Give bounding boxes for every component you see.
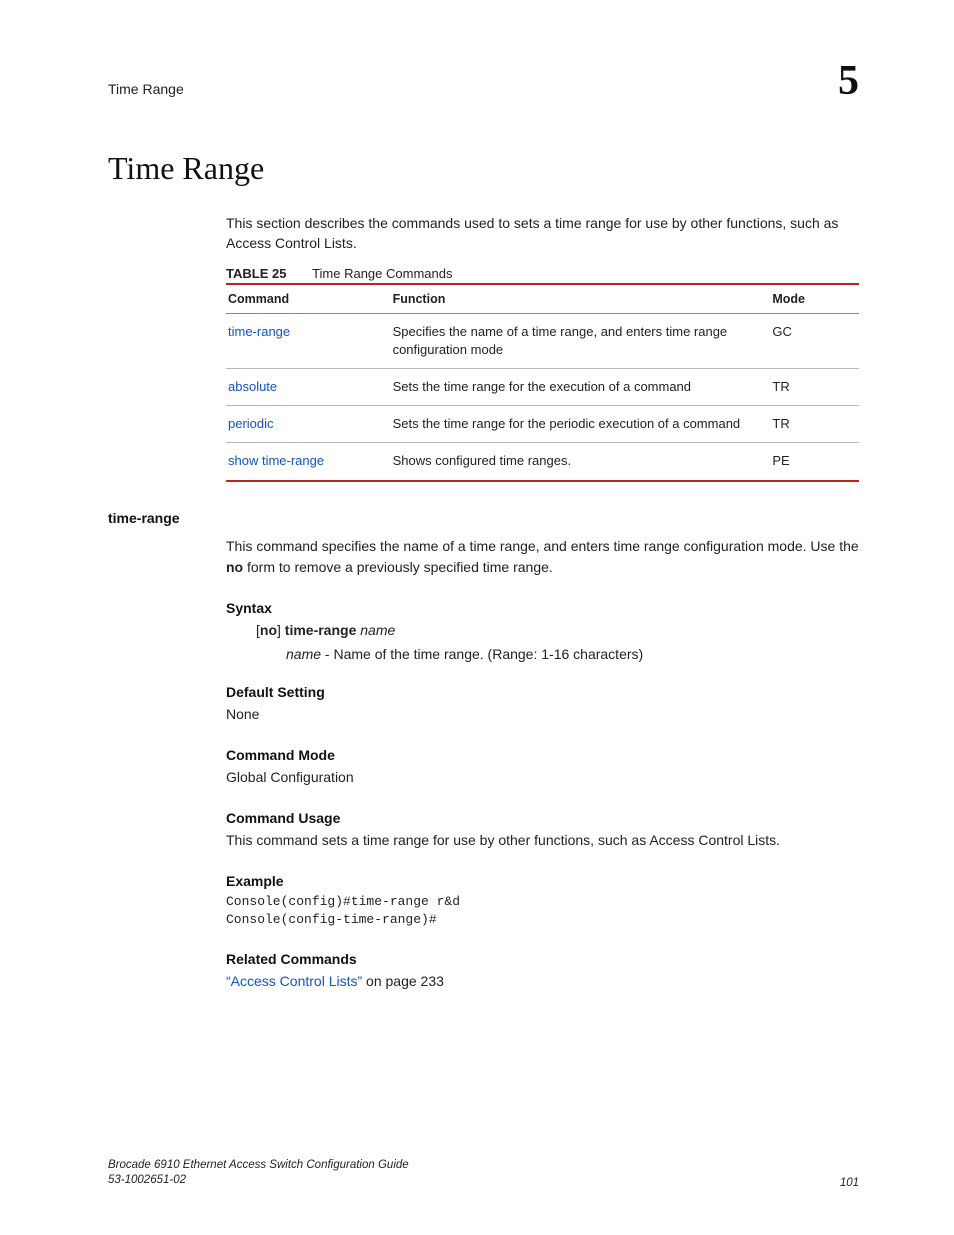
running-header: Time Range 5 (108, 60, 859, 102)
mode-value: Global Configuration (226, 767, 859, 788)
usage-heading: Command Usage (226, 810, 859, 826)
default-value: None (226, 704, 859, 725)
syntax-arg-desc: name - Name of the time range. (Range: 1… (286, 646, 859, 662)
related-link-acl[interactable]: “Access Control Lists” (226, 973, 362, 989)
footer-page-number: 101 (840, 1177, 859, 1189)
document-page: Time Range 5 Time Range This section des… (0, 0, 954, 1235)
footer-book-title: Brocade 6910 Ethernet Access Switch Conf… (108, 1158, 409, 1174)
cmd-link-absolute[interactable]: absolute (228, 379, 277, 394)
syntax-line: [no] time-range name (256, 622, 859, 638)
cell-mode: GC (770, 313, 859, 368)
command-description: This command specifies the name of a tim… (226, 536, 859, 578)
running-title: Time Range (108, 81, 184, 97)
table-row: show time-range Shows configured time ra… (226, 443, 859, 481)
syntax-heading: Syntax (226, 600, 859, 616)
example-heading: Example (226, 873, 859, 889)
intro-paragraph: This section describes the commands used… (226, 213, 859, 254)
example-code: Console(config)#time-range r&d Console(c… (226, 893, 859, 929)
section-title: Time Range (108, 150, 859, 187)
usage-value: This command sets a time range for use b… (226, 830, 859, 851)
footer-left: Brocade 6910 Ethernet Access Switch Conf… (108, 1158, 409, 1189)
command-heading: time-range (108, 510, 859, 526)
default-heading: Default Setting (226, 684, 859, 700)
table-header-row: Command Function Mode (226, 284, 859, 314)
cmd-link-show-time-range[interactable]: show time-range (228, 453, 324, 468)
col-header-command: Command (226, 284, 391, 314)
section-body: This section describes the commands used… (226, 213, 859, 482)
table-row: time-range Specifies the name of a time … (226, 313, 859, 368)
cmd-link-time-range[interactable]: time-range (228, 324, 290, 339)
command-table: Command Function Mode time-range Specifi… (226, 283, 859, 482)
cell-function: Shows configured time ranges. (391, 443, 771, 481)
table-row: periodic Sets the time range for the per… (226, 406, 859, 443)
chapter-number: 5 (838, 60, 859, 102)
cell-mode: TR (770, 406, 859, 443)
related-commands: “Access Control Lists” on page 233 (226, 971, 859, 992)
related-heading: Related Commands (226, 951, 859, 967)
table-caption: TABLE 25 Time Range Commands (226, 266, 859, 281)
cell-function: Sets the time range for the periodic exe… (391, 406, 771, 443)
mode-heading: Command Mode (226, 747, 859, 763)
table-row: absolute Sets the time range for the exe… (226, 368, 859, 405)
page-footer: Brocade 6910 Ethernet Access Switch Conf… (108, 1158, 859, 1189)
col-header-function: Function (391, 284, 771, 314)
cell-function: Sets the time range for the execution of… (391, 368, 771, 405)
col-header-mode: Mode (770, 284, 859, 314)
cell-function: Specifies the name of a time range, and … (391, 313, 771, 368)
table-caption-label: TABLE 25 (226, 266, 286, 281)
footer-part-number: 53-1002651-02 (108, 1173, 409, 1189)
command-body: This command specifies the name of a tim… (226, 536, 859, 992)
cell-mode: PE (770, 443, 859, 481)
cmd-link-periodic[interactable]: periodic (228, 416, 274, 431)
cell-mode: TR (770, 368, 859, 405)
table-caption-text: Time Range Commands (312, 266, 452, 281)
